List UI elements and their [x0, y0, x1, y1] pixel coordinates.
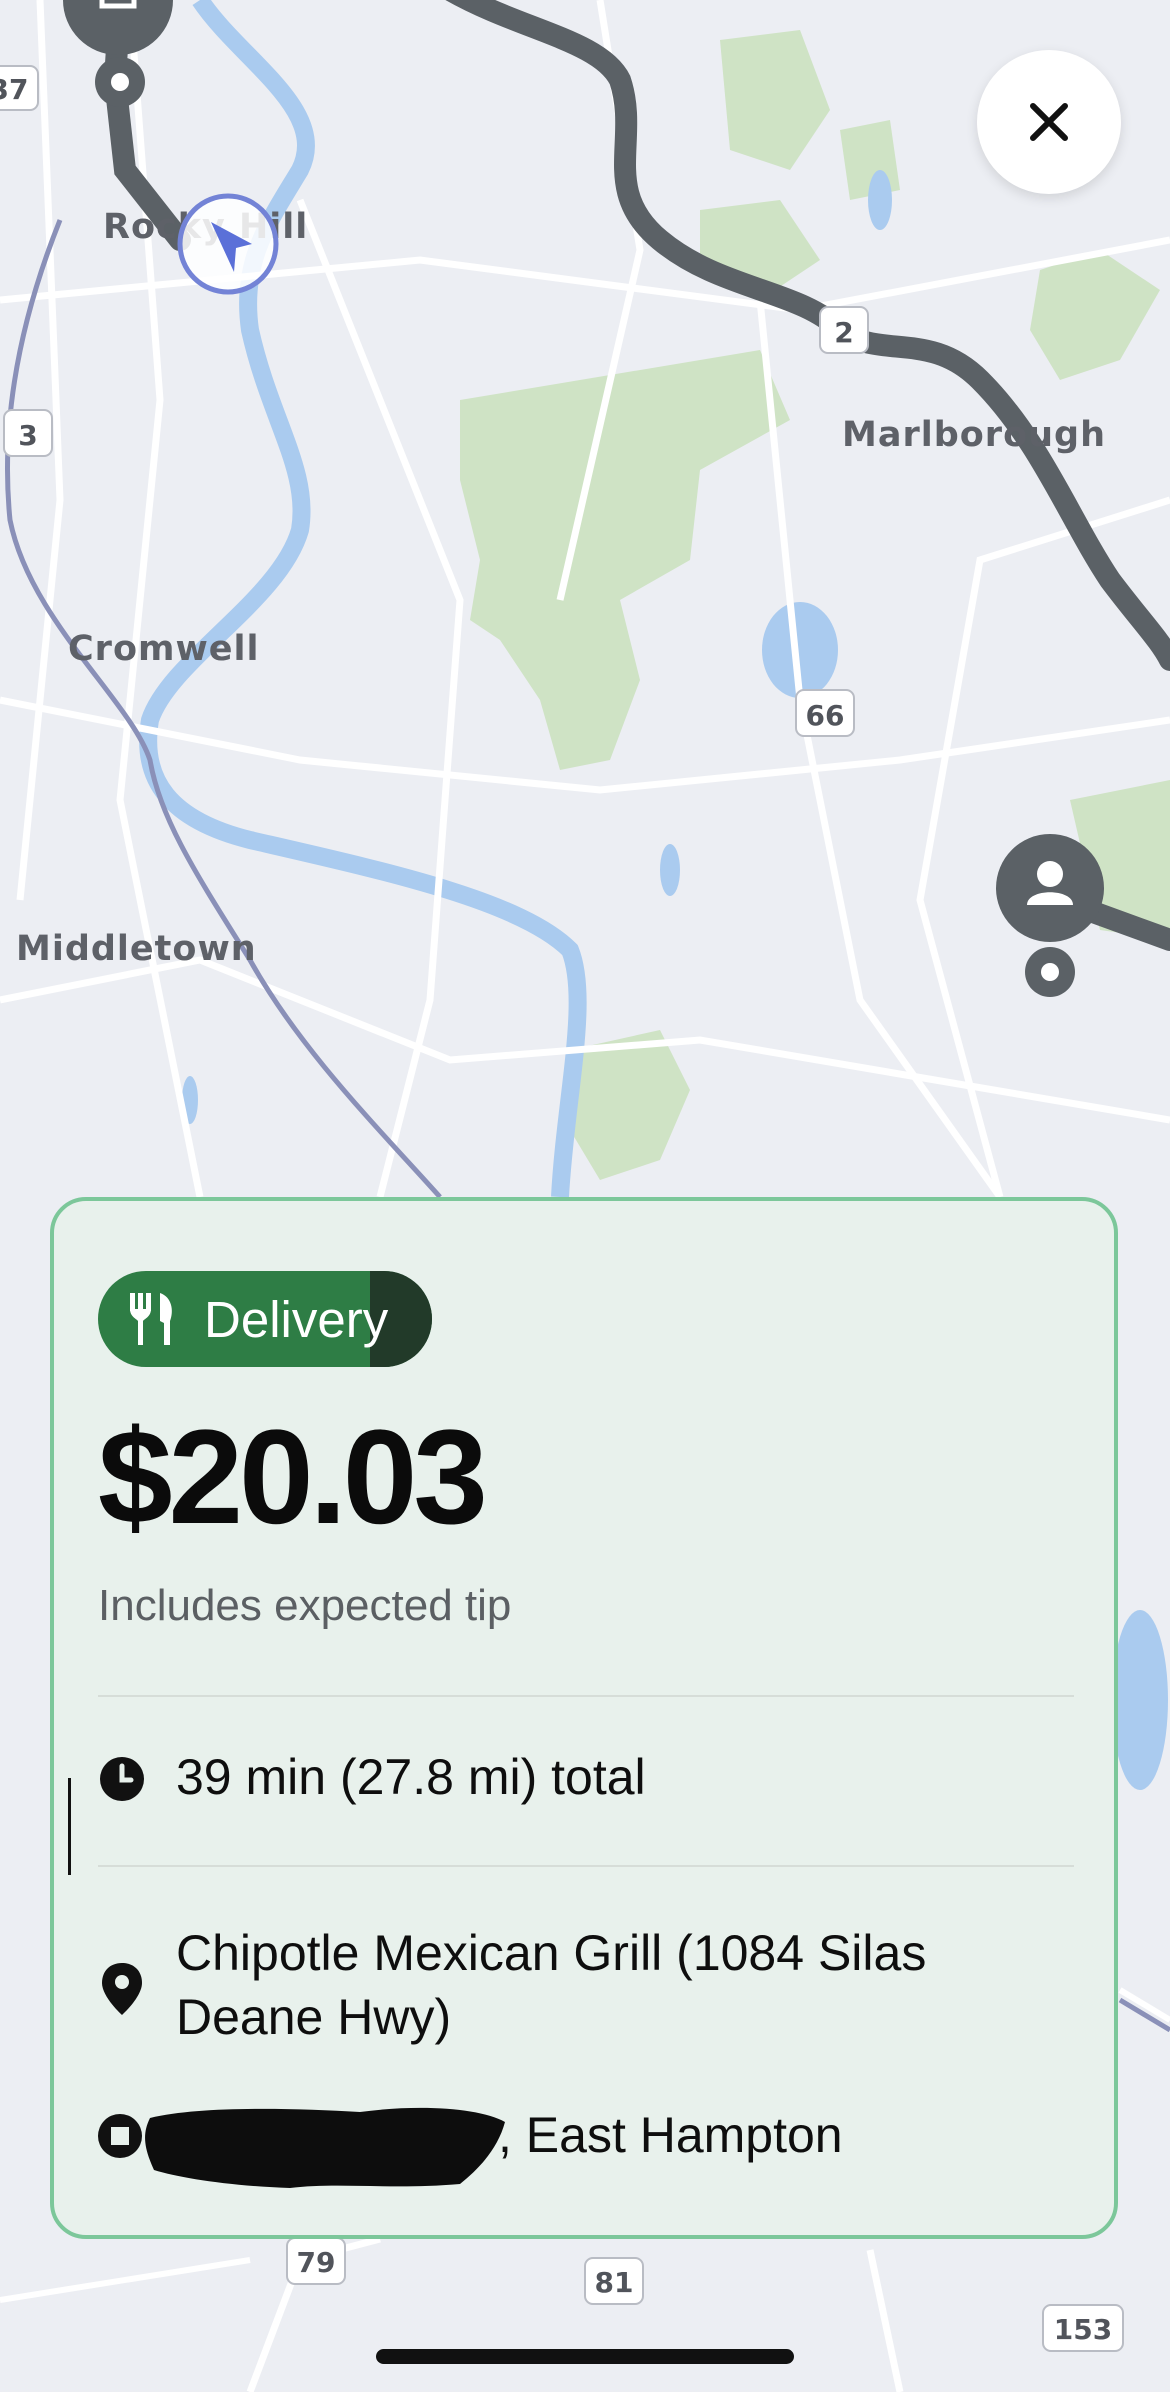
delivery-badge: Delivery	[98, 1271, 432, 1367]
svg-text:2: 2	[834, 316, 853, 349]
svg-text:81: 81	[595, 2266, 634, 2299]
pickup-line-1: Chipotle Mexican Grill (1084 Silas	[176, 1925, 927, 1981]
pickup-line-2: Deane Hwy)	[176, 1989, 452, 2045]
home-indicator[interactable]	[376, 2349, 794, 2364]
offer-price: $20.03	[98, 1403, 488, 1552]
dropoff-square-icon	[98, 2114, 142, 2158]
place-label-middletown: Middletown	[16, 929, 257, 969]
pickup-address: Chipotle Mexican Grill (1084 Silas Deane…	[176, 1921, 926, 2049]
clock-icon	[100, 1757, 144, 1801]
svg-text:66: 66	[806, 699, 845, 732]
route-connector	[68, 1778, 71, 1875]
fork-knife-icon	[130, 1293, 172, 1345]
redacted-address	[145, 2107, 505, 2188]
route-shield-153: 153	[1042, 2304, 1124, 2352]
current-location-marker	[177, 193, 279, 295]
svg-text:37: 37	[0, 73, 28, 106]
price-note: Includes expected tip	[98, 1581, 512, 1630]
divider	[98, 1865, 1074, 1867]
svg-text:3: 3	[18, 419, 37, 452]
trip-duration: 39 min (27.8 mi) total	[176, 1749, 646, 1805]
close-icon	[1030, 103, 1068, 141]
pickup-pin-icon	[102, 1963, 142, 2015]
close-button[interactable]	[977, 50, 1121, 194]
route-shield-66: 66	[795, 689, 855, 737]
svg-text:153: 153	[1054, 2313, 1112, 2346]
svg-text:79: 79	[297, 2246, 336, 2279]
badge-label: Delivery	[204, 1290, 389, 1348]
place-label-cromwell: Cromwell	[68, 629, 260, 669]
divider	[98, 1695, 1074, 1697]
route-shield-37: 37	[0, 65, 39, 111]
route-shield-79: 79	[286, 2237, 346, 2285]
delivery-offer-card[interactable]: Delivery $20.03 Includes expected tip 39…	[50, 1197, 1118, 2239]
route-shield-81: 81	[584, 2257, 644, 2305]
route-shield-2: 2	[819, 306, 869, 354]
route-shield-3: 3	[3, 409, 53, 457]
dropoff-address: , East Hampton	[498, 2107, 843, 2163]
place-label-marlborough: Marlborough	[842, 415, 1106, 455]
